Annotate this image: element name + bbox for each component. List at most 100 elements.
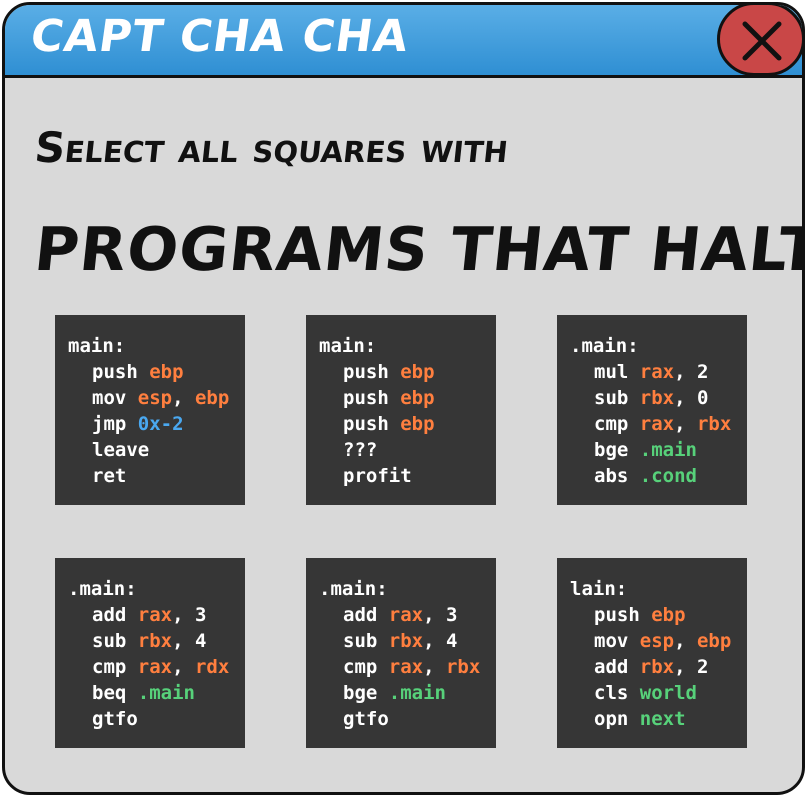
code-token: opn	[594, 708, 640, 730]
captcha-tile-6[interactable]: lain: push ebp mov esp, ebp add rbx, 2 cls w…	[557, 558, 747, 748]
code-register: rbx	[445, 656, 481, 678]
code-line: bge .main	[570, 437, 747, 463]
code-label: main:	[319, 335, 377, 357]
captcha-tile-5[interactable]: .main: add rax, 3 sub rbx, 4 cmp rax, rbx bg…	[306, 558, 496, 748]
code-symbol: world	[639, 682, 697, 704]
code-line: opn next	[570, 706, 747, 732]
tile-code: .main: add rax, 3 sub rbx, 4 cmp rax, rdx be…	[68, 576, 245, 732]
code-token: sub	[594, 387, 640, 409]
code-register: rax	[137, 656, 173, 678]
code-register: ebp	[651, 604, 686, 626]
code-line: abs .cond	[570, 463, 747, 489]
code-token: jmp	[92, 413, 138, 435]
code-line: bge .main	[319, 680, 496, 706]
code-register: ebp	[696, 630, 732, 652]
captcha-tile-1[interactable]: main: push ebp mov esp, ebp jmp 0x-2 leave re…	[55, 315, 245, 505]
close-icon	[742, 21, 782, 61]
code-line: mov esp, ebp	[570, 628, 747, 654]
code-token: abs	[594, 465, 640, 487]
code-token: , 4	[423, 630, 458, 652]
code-register: rax	[639, 361, 675, 383]
captcha-tile-2[interactable]: main: push ebp push ebp push ebp??? profit	[306, 315, 496, 505]
code-register: rax	[388, 604, 424, 626]
code-register: ebp	[400, 413, 435, 435]
code-token: sub	[343, 630, 389, 652]
code-symbol: .main	[639, 439, 697, 461]
code-token: ,	[172, 387, 195, 409]
code-register: esp	[639, 630, 675, 652]
captcha-tile-4[interactable]: .main: add rax, 3 sub rbx, 4 cmp rax, rdx be…	[55, 558, 245, 748]
code-register: rax	[137, 604, 173, 626]
code-label: .main:	[319, 578, 388, 600]
code-line: sub rbx, 4	[68, 628, 245, 654]
code-register: rbx	[639, 387, 675, 409]
code-token: ,	[674, 413, 697, 435]
code-symbol: .cond	[639, 465, 697, 487]
code-token: cmp	[92, 656, 138, 678]
tile-code: lain: push ebp mov esp, ebp add rbx, 2 cls w…	[570, 576, 747, 732]
code-token: push	[594, 604, 652, 626]
code-line: push ebp	[319, 385, 496, 411]
code-token: push	[343, 413, 401, 435]
code-register: rdx	[194, 656, 230, 678]
tile-code: main: push ebp mov esp, ebp jmp 0x-2 leave re…	[68, 333, 245, 489]
code-line: sub rbx, 4	[319, 628, 496, 654]
code-token: ret	[92, 465, 127, 487]
code-line: push ebp	[570, 602, 747, 628]
code-line: push ebp	[319, 359, 496, 385]
code-token: beq	[92, 682, 138, 704]
tile-code: .main: add rax, 3 sub rbx, 4 cmp rax, rbx bg…	[319, 576, 496, 732]
code-line: cls world	[570, 680, 747, 706]
code-token: ,	[674, 630, 697, 652]
code-line: mul rax, 2	[570, 359, 747, 385]
code-line: gtfo	[319, 706, 496, 732]
code-token: profit	[343, 465, 412, 487]
code-token: push	[343, 361, 401, 383]
code-token: push	[92, 361, 150, 383]
code-token: , 4	[172, 630, 207, 652]
code-line: add rax, 3	[319, 602, 496, 628]
code-line: cmp rax, rbx	[570, 411, 747, 437]
code-token: mul	[594, 361, 640, 383]
code-label: main:	[68, 335, 126, 357]
code-register: ebp	[194, 387, 230, 409]
code-line: profit	[319, 463, 496, 489]
code-register: ebp	[400, 361, 435, 383]
captcha-tile-3[interactable]: .main: mul rax, 2 sub rbx, 0 cmp rax, rbx bg…	[557, 315, 747, 505]
code-symbol: next	[639, 708, 686, 730]
code-address: 0x-2	[137, 413, 184, 435]
close-button[interactable]	[717, 5, 802, 76]
code-line: push ebp	[68, 359, 245, 385]
tile-code: main: push ebp push ebp push ebp??? profit	[319, 333, 496, 489]
code-token: add	[594, 656, 640, 678]
code-register: rbx	[696, 413, 732, 435]
code-register: esp	[137, 387, 173, 409]
code-register: rax	[388, 656, 424, 678]
code-register: rbx	[639, 656, 675, 678]
code-line: cmp rax, rbx	[319, 654, 496, 680]
code-token: , 3	[423, 604, 458, 626]
prompt-instruction: Select all squares with	[32, 123, 511, 172]
code-token: ???	[343, 439, 378, 461]
code-token: ,	[423, 656, 446, 678]
code-line: add rax, 3	[68, 602, 245, 628]
code-register: rbx	[137, 630, 173, 652]
code-line: beq .main	[68, 680, 245, 706]
code-token: ,	[172, 656, 195, 678]
code-token: , 3	[172, 604, 207, 626]
code-token: add	[92, 604, 138, 626]
code-token: cmp	[343, 656, 389, 678]
code-token: , 2	[674, 656, 709, 678]
code-line: cmp rax, rdx	[68, 654, 245, 680]
code-token: mov	[92, 387, 138, 409]
code-token: sub	[92, 630, 138, 652]
code-symbol: .main	[137, 682, 195, 704]
prompt-target: PROGRAMS THAT HALT	[31, 215, 805, 285]
code-label: lain:	[570, 578, 628, 600]
code-line: leave	[68, 437, 245, 463]
code-line: ???	[319, 437, 496, 463]
code-token: bge	[594, 439, 640, 461]
code-line: add rbx, 2	[570, 654, 747, 680]
code-token: add	[343, 604, 389, 626]
code-token: push	[343, 387, 401, 409]
